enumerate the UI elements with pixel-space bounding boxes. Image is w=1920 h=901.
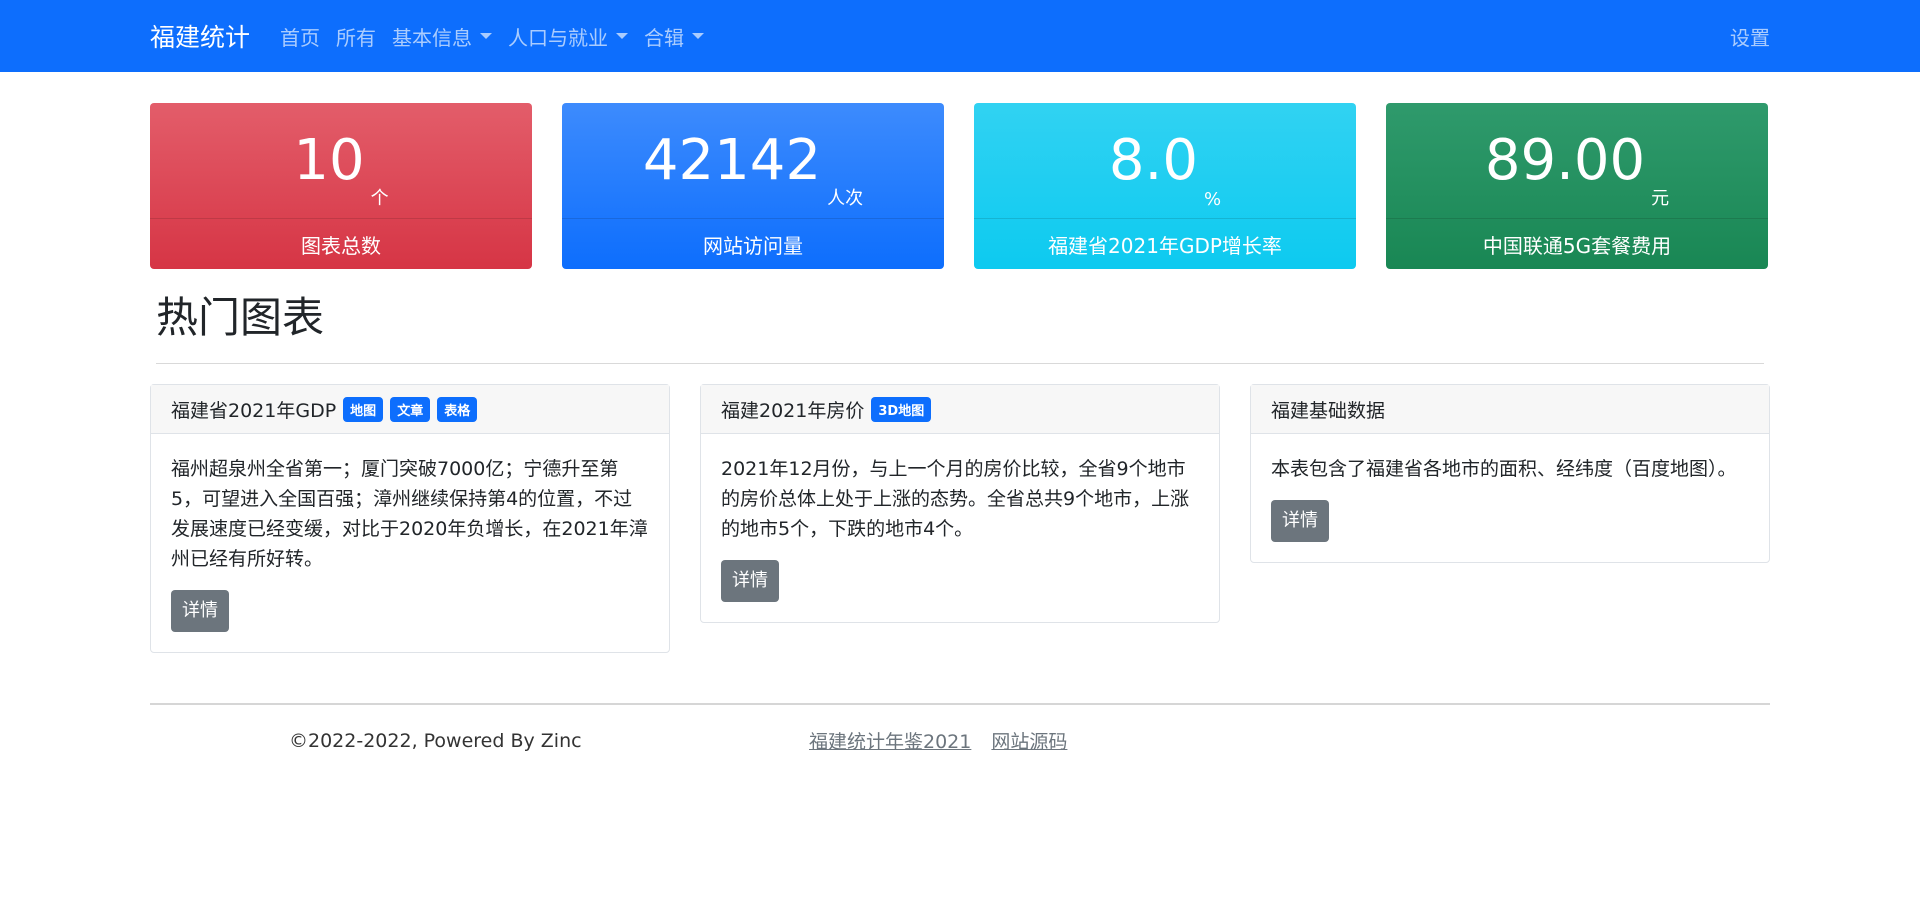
caret-down-icon <box>616 33 629 39</box>
caret-down-icon <box>480 33 493 39</box>
badge-article: 文章 <box>390 396 431 422</box>
nav-basic-info-dropdown[interactable]: 基本信息 <box>392 22 493 51</box>
footer: ©2022-2022, Powered By Zinc 福建统计年鉴2021 网… <box>150 727 1770 754</box>
footer-links: 福建统计年鉴2021 网站源码 <box>809 727 1081 754</box>
footer-divider <box>150 703 1770 706</box>
nav-collection-label: 合辑 <box>644 25 685 50</box>
card-text: 本表包含了福建省各地市的面积、经纬度（百度地图）。 <box>1271 458 1737 481</box>
card-title: 福建2021年房价 <box>721 399 865 422</box>
nav-home-label: 首页 <box>280 25 321 50</box>
stat-value: 42142 <box>642 127 822 193</box>
chart-card-gdp: 福建省2021年GDP 地图 文章 表格 福州超泉州全省第一；厦门突破7000亿… <box>150 384 670 654</box>
section-title: 热门图表 <box>156 293 325 342</box>
footer-link-yearbook[interactable]: 福建统计年鉴2021 <box>809 731 971 753</box>
main-container: 10 个 图表总数 42142 人次 网站访问量 8.0% 福建省2021年GDP增… <box>150 103 1770 754</box>
nav-collection-dropdown[interactable]: 合辑 <box>644 22 705 51</box>
copyright: ©2022-2022, Powered By Zinc <box>289 729 582 752</box>
card-header: 福建2021年房价 3D地图 <box>701 385 1219 435</box>
card-body: 2021年12月份，与上一个月的房价比较，全省9个地市的房价总体上处于上涨的态势… <box>701 434 1219 622</box>
stat-label: 网站访问量 <box>562 218 944 269</box>
stat-card-visits: 42142 人次 网站访问量 <box>562 103 944 269</box>
stat-label: 中国联通5G套餐费用 <box>1386 218 1768 269</box>
nav-all[interactable]: 所有 <box>336 22 376 51</box>
stat-label: 图表总数 <box>150 218 532 269</box>
stat-card-5g-fee: 89.00 元 中国联通5G套餐费用 <box>1386 103 1768 269</box>
stat-unit: 元 <box>1651 188 1670 210</box>
caret-down-icon <box>692 33 705 39</box>
top-navbar: 福建统计 首页 所有 基本信息 人口与就业 合辑 设置 <box>0 0 1920 72</box>
card-header: 福建基础数据 <box>1251 385 1769 435</box>
stat-unit: 人次 <box>827 188 864 210</box>
stat-card-chart-count: 10 个 图表总数 <box>150 103 532 269</box>
stat-label: 福建省2021年GDP增长率 <box>974 218 1356 269</box>
badge-3d-map: 3D地图 <box>871 396 932 422</box>
stat-unit: 个 <box>370 188 389 210</box>
nav-settings[interactable]: 设置 <box>1730 22 1770 51</box>
card-text: 2021年12月份，与上一个月的房价比较，全省9个地市的房价总体上处于上涨的态势… <box>721 458 1190 541</box>
nav-population-label: 人口与就业 <box>508 25 609 50</box>
nav-basic-info-label: 基本信息 <box>392 25 473 50</box>
card-body: 本表包含了福建省各地市的面积、经纬度（百度地图）。 详情 <box>1251 434 1769 562</box>
footer-link-source[interactable]: 网站源码 <box>991 731 1067 753</box>
chart-card-basic-data: 福建基础数据 本表包含了福建省各地市的面积、经纬度（百度地图）。 详情 <box>1250 384 1770 564</box>
nav-all-label: 所有 <box>336 25 377 50</box>
card-title: 福建基础数据 <box>1271 399 1386 422</box>
card-title: 福建省2021年GDP <box>171 399 337 422</box>
card-text: 福州超泉州全省第一；厦门突破7000亿；宁德升至第5，可望进入全国百强；漳州继续… <box>171 458 648 571</box>
detail-button[interactable]: 详情 <box>171 590 229 633</box>
card-header: 福建省2021年GDP 地图 文章 表格 <box>151 385 669 435</box>
stat-card-gdp-growth: 8.0% 福建省2021年GDP增长率 <box>974 103 1356 269</box>
stat-value: 8.0 <box>1108 127 1198 193</box>
stat-value: 89.00 <box>1484 127 1646 193</box>
brand-logo[interactable]: 福建统计 <box>150 18 250 54</box>
nav-home[interactable]: 首页 <box>280 22 320 51</box>
detail-button[interactable]: 详情 <box>1271 500 1329 543</box>
chart-card-house-price: 福建2021年房价 3D地图 2021年12月份，与上一个月的房价比较，全省9个… <box>700 384 1220 624</box>
stat-unit: % <box>1203 189 1222 211</box>
nav-population-dropdown[interactable]: 人口与就业 <box>508 22 629 51</box>
badge-table: 表格 <box>437 396 478 422</box>
stats-row: 10 个 图表总数 42142 人次 网站访问量 8.0% 福建省2021年GDP增… <box>150 103 1770 269</box>
detail-button[interactable]: 详情 <box>721 560 779 603</box>
section-divider <box>156 363 1764 365</box>
stat-value: 10 <box>293 127 365 193</box>
badge-map: 地图 <box>343 396 384 422</box>
chart-cards: 福建省2021年GDP 地图 文章 表格 福州超泉州全省第一；厦门突破7000亿… <box>150 384 1770 654</box>
card-body: 福州超泉州全省第一；厦门突破7000亿；宁德升至第5，可望进入全国百强；漳州继续… <box>151 434 669 652</box>
